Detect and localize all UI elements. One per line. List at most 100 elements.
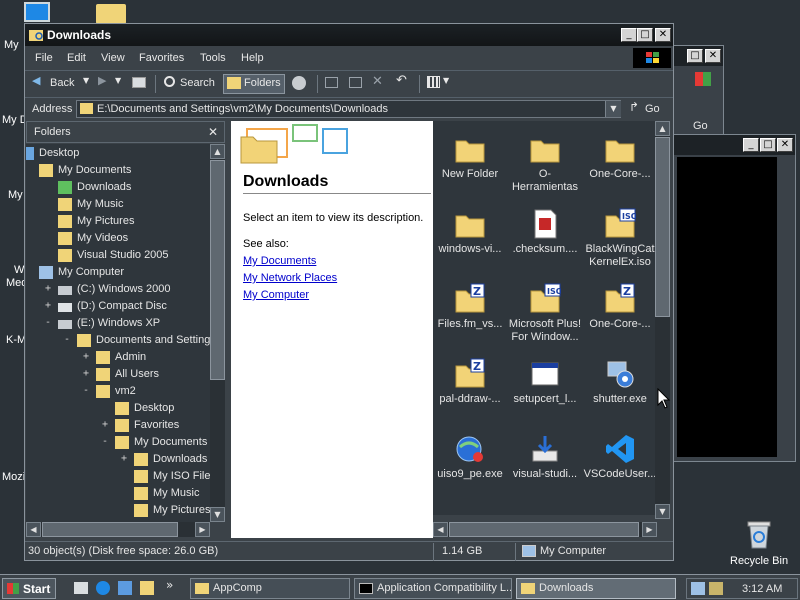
outlook-express-icon[interactable] (118, 581, 132, 595)
scroll-thumb[interactable] (449, 522, 639, 537)
menu-tools[interactable]: Tools (200, 52, 226, 64)
taskbar-button-application-compatibility[interactable]: Application Compatibility L... (354, 578, 512, 599)
file-item[interactable]: New Folder (433, 125, 508, 199)
desktop-monitor-icon[interactable] (24, 2, 50, 22)
taskbar-button-downloads[interactable]: Downloads (516, 578, 676, 599)
downloads-folder-icon (58, 181, 72, 194)
maximize-button[interactable]: □ (637, 28, 653, 42)
link-my-computer[interactable]: My Computer (243, 289, 309, 301)
scroll-left-button[interactable]: ◀ (433, 522, 448, 537)
folders-pane-close-icon[interactable]: ✕ (208, 125, 218, 139)
tree-expand-toggle[interactable]: - (83, 385, 89, 396)
views-button[interactable]: ▼ (425, 74, 453, 94)
file-item[interactable]: .checksum.... (507, 200, 583, 274)
network-icon[interactable] (691, 582, 705, 595)
tree-expand-toggle[interactable]: + (45, 300, 51, 311)
desktop-folder-icon[interactable] (96, 4, 126, 24)
move-to-button[interactable] (323, 74, 341, 94)
file-item[interactable]: Z One-Core-... (582, 275, 657, 349)
compatibility-tray-icon[interactable] (709, 582, 723, 595)
recycle-bin[interactable]: Recycle Bin (724, 516, 794, 570)
menu-favorites[interactable]: Favorites (139, 52, 184, 64)
minimize-button[interactable]: _ (743, 138, 759, 152)
file-item[interactable]: Z Files.fm_vs... (433, 275, 508, 349)
menu-file[interactable]: File (35, 52, 53, 64)
scroll-left-button[interactable]: ◀ (26, 522, 41, 537)
up-button[interactable] (129, 74, 149, 94)
history-button[interactable] (289, 74, 311, 94)
folders-button[interactable]: Folders (223, 74, 285, 94)
folder-icon (96, 368, 110, 381)
tree-expand-toggle[interactable]: - (64, 334, 70, 345)
maximize-button[interactable]: □ (760, 138, 776, 152)
close-button[interactable]: ✕ (777, 138, 793, 152)
scroll-right-button[interactable]: ▶ (642, 522, 657, 537)
address-dropdown-button[interactable]: ▼ (605, 101, 621, 117)
back-button[interactable]: ◀ Back ▼ (29, 74, 93, 94)
link-my-network-places[interactable]: My Network Places (243, 272, 337, 284)
tree-expand-toggle[interactable]: - (45, 317, 51, 328)
start-button[interactable]: Start (2, 578, 56, 599)
undo-button[interactable]: ↶ (393, 73, 413, 94)
close-button[interactable]: ✕ (655, 28, 671, 42)
scroll-up-button[interactable]: ▲ (210, 144, 225, 159)
file-item[interactable]: uiso9_pe.exe (433, 425, 508, 499)
explorer-icon[interactable] (140, 581, 154, 595)
scroll-right-button[interactable]: ▶ (195, 522, 210, 537)
file-item[interactable]: O-Herramientas (507, 125, 583, 199)
file-item[interactable]: visual-studi... (507, 425, 583, 499)
file-item[interactable]: ISO Microsoft Plus! For Window... (507, 275, 583, 349)
delete-button[interactable]: ✕ (369, 74, 387, 94)
file-item[interactable]: setupcert_l... (507, 350, 583, 424)
explorer-window[interactable]: Downloads _ □ ✕ File Edit View Favorites… (24, 23, 674, 561)
file-item[interactable]: VSCodeUser... (582, 425, 657, 499)
file-list-horizontal-scrollbar[interactable]: ◀ ▶ (433, 522, 657, 537)
taskbar-button-appcomp[interactable]: AppComp (190, 578, 350, 599)
background-window-2[interactable]: _ □ ✕ (672, 134, 796, 462)
scroll-down-button[interactable]: ▼ (655, 504, 670, 519)
file-item[interactable]: One-Core-... (582, 125, 657, 199)
tree-expand-toggle[interactable]: - (102, 436, 108, 447)
minimize-button[interactable]: _ (621, 28, 637, 42)
scroll-thumb[interactable] (655, 137, 670, 317)
internet-explorer-icon[interactable] (96, 581, 110, 595)
show-desktop-icon[interactable] (74, 582, 88, 594)
close-button[interactable]: ✕ (705, 49, 721, 63)
console-scrollbar[interactable] (777, 157, 793, 457)
file-item[interactable]: ISO BlackWingCat KernelEx.iso (582, 200, 657, 274)
file-list-vertical-scrollbar[interactable]: ▲ ▼ (655, 121, 670, 519)
tree-expand-toggle[interactable]: + (83, 351, 89, 362)
svg-text:Z: Z (623, 285, 631, 298)
scroll-thumb[interactable] (210, 160, 225, 380)
desktop-label-partial[interactable]: My (8, 189, 23, 201)
clock[interactable]: 3:12 AM (742, 583, 782, 595)
tree-expand-toggle[interactable]: + (102, 419, 108, 430)
folder-tree-vertical-scrollbar[interactable]: ▲ ▼ (210, 144, 225, 522)
tree-expand-toggle[interactable]: + (83, 368, 89, 379)
menu-edit[interactable]: Edit (67, 52, 86, 64)
address-input[interactable]: E:\Documents and Settings\vm2\My Documen… (76, 100, 621, 118)
taskbar-button-label: Application Compatibility L... (377, 582, 512, 594)
scroll-thumb[interactable] (42, 522, 178, 537)
desktop-label-partial[interactable]: W (14, 264, 24, 276)
scroll-down-button[interactable]: ▼ (210, 507, 225, 522)
desktop-label-partial[interactable]: My (4, 39, 19, 51)
go-button[interactable]: ↱ Go (627, 100, 669, 118)
scroll-up-button[interactable]: ▲ (655, 121, 670, 136)
folder-tree-horizontal-scrollbar[interactable]: ◀ ▶ (26, 522, 210, 537)
search-button[interactable]: Search (161, 74, 219, 94)
more-chevron-icon[interactable]: » (166, 578, 173, 592)
menu-view[interactable]: View (101, 52, 125, 64)
file-item[interactable]: Zpal-ddraw-... (433, 350, 508, 424)
maximize-button[interactable]: □ (687, 49, 703, 63)
title-bar[interactable]: Downloads _ □ ✕ (25, 24, 673, 46)
forward-button[interactable]: ▶ ▼ (95, 74, 125, 94)
desktop-label-partial[interactable]: Mozi (2, 471, 25, 483)
copy-to-button[interactable] (347, 74, 365, 94)
tree-expand-toggle[interactable]: + (121, 453, 127, 464)
file-item[interactable]: shutter.exe (582, 350, 657, 424)
tree-expand-toggle[interactable]: + (45, 283, 51, 294)
menu-help[interactable]: Help (241, 52, 264, 64)
file-item[interactable]: windows-vi... (433, 200, 508, 274)
link-my-documents[interactable]: My Documents (243, 255, 316, 267)
